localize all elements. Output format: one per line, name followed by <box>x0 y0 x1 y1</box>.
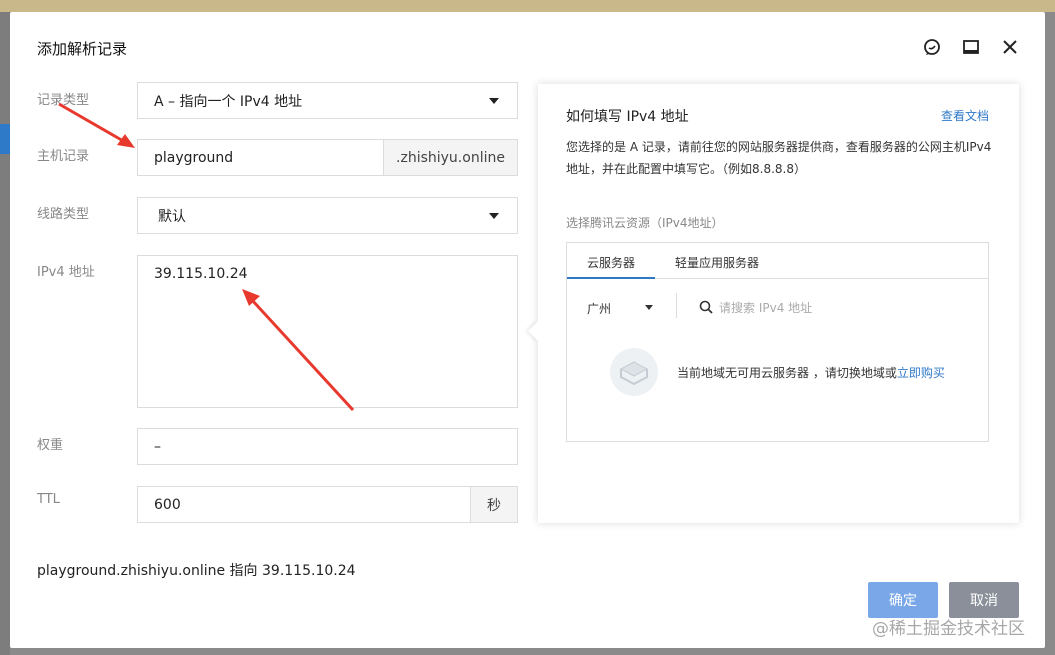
resource-box: 云服务器 轻量应用服务器 广州 请搜索 IPv4 地址 当前地域无可用云服务器 … <box>566 242 989 442</box>
weight-value: – <box>154 438 161 455</box>
line-value: 默认 <box>158 208 186 225</box>
divider <box>676 293 677 318</box>
ttl-input[interactable]: 600 秒 <box>137 486 518 523</box>
add-record-dialog: 添加解析记录 记录类型 A – 指向一个 IPv4 地址 主机记录 playgr… <box>10 12 1045 648</box>
ttl-label: TTL <box>37 492 60 507</box>
view-docs-link[interactable]: 查看文档 <box>941 107 989 124</box>
backdrop-top <box>0 0 1055 12</box>
ttl-value: 600 <box>154 496 181 513</box>
region-select[interactable]: 广州 <box>587 300 611 317</box>
help-description: 您选择的是 A 记录，请前往您的网站服务器提供商，查看服务器的公网主机IPv4 … <box>566 140 992 176</box>
host-label: 主机记录 <box>37 149 90 164</box>
weight-input[interactable]: – <box>137 428 518 465</box>
ipv4-value: 39.115.10.24 <box>154 266 248 282</box>
line-select[interactable]: 默认 <box>137 197 518 234</box>
cancel-button[interactable]: 取消 <box>949 582 1019 618</box>
buy-now-link[interactable]: 立即购买 <box>897 366 945 380</box>
backdrop-left <box>0 12 10 655</box>
chevron-down-icon <box>489 97 499 104</box>
resource-label: 选择腾讯云资源（IPv4地址） <box>566 216 724 230</box>
active-tab-indicator <box>567 277 655 279</box>
record-type-label: 记录类型 <box>37 93 90 108</box>
ipv4-textarea[interactable]: 39.115.10.24 <box>137 255 518 408</box>
chevron-down-icon <box>489 212 499 219</box>
minimize-icon[interactable] <box>962 38 980 56</box>
host-input[interactable]: playground .zhishiyu.online <box>137 139 518 176</box>
record-summary: playground.zhishiyu.online 指向 39.115.10.… <box>37 563 356 579</box>
chevron-down-icon <box>645 305 653 310</box>
search-icon <box>699 299 713 314</box>
record-type-select[interactable]: A – 指向一个 IPv4 地址 <box>137 82 518 119</box>
empty-message: 当前地域无可用云服务器 ，请切换地域或立即购买 <box>677 364 945 381</box>
tab-lighthouse[interactable]: 轻量应用服务器 <box>675 254 759 271</box>
panel-pointer <box>528 321 548 341</box>
ipv4-search-input[interactable]: 请搜索 IPv4 地址 <box>719 299 812 316</box>
dialog-title: 添加解析记录 <box>37 40 128 58</box>
ipv4-label: IPv4 地址 <box>37 265 95 280</box>
watermark: @稀土掘金技术社区 <box>872 619 1025 639</box>
host-value: playground <box>154 149 234 166</box>
line-label: 线路类型 <box>37 207 90 222</box>
weight-label: 权重 <box>37 438 64 453</box>
record-type-value: A – 指向一个 IPv4 地址 <box>154 93 303 110</box>
help-panel: 如何填写 IPv4 地址 查看文档 您选择的是 A 记录，请前往您的网站服务器提… <box>528 84 1019 523</box>
resource-tabs: 云服务器 轻量应用服务器 <box>567 243 988 279</box>
help-title: 如何填写 IPv4 地址 <box>566 109 689 125</box>
close-icon[interactable] <box>1001 38 1019 56</box>
backdrop-tab <box>0 124 10 154</box>
empty-server-icon <box>609 347 659 397</box>
feedback-icon[interactable] <box>923 38 941 56</box>
domain-suffix: .zhishiyu.online <box>383 140 517 175</box>
confirm-button[interactable]: 确定 <box>868 582 938 618</box>
empty-text: 当前地域无可用云服务器 ，请切换地域或 <box>677 366 897 380</box>
ttl-unit: 秒 <box>470 487 517 522</box>
tab-cvm[interactable]: 云服务器 <box>587 254 635 271</box>
